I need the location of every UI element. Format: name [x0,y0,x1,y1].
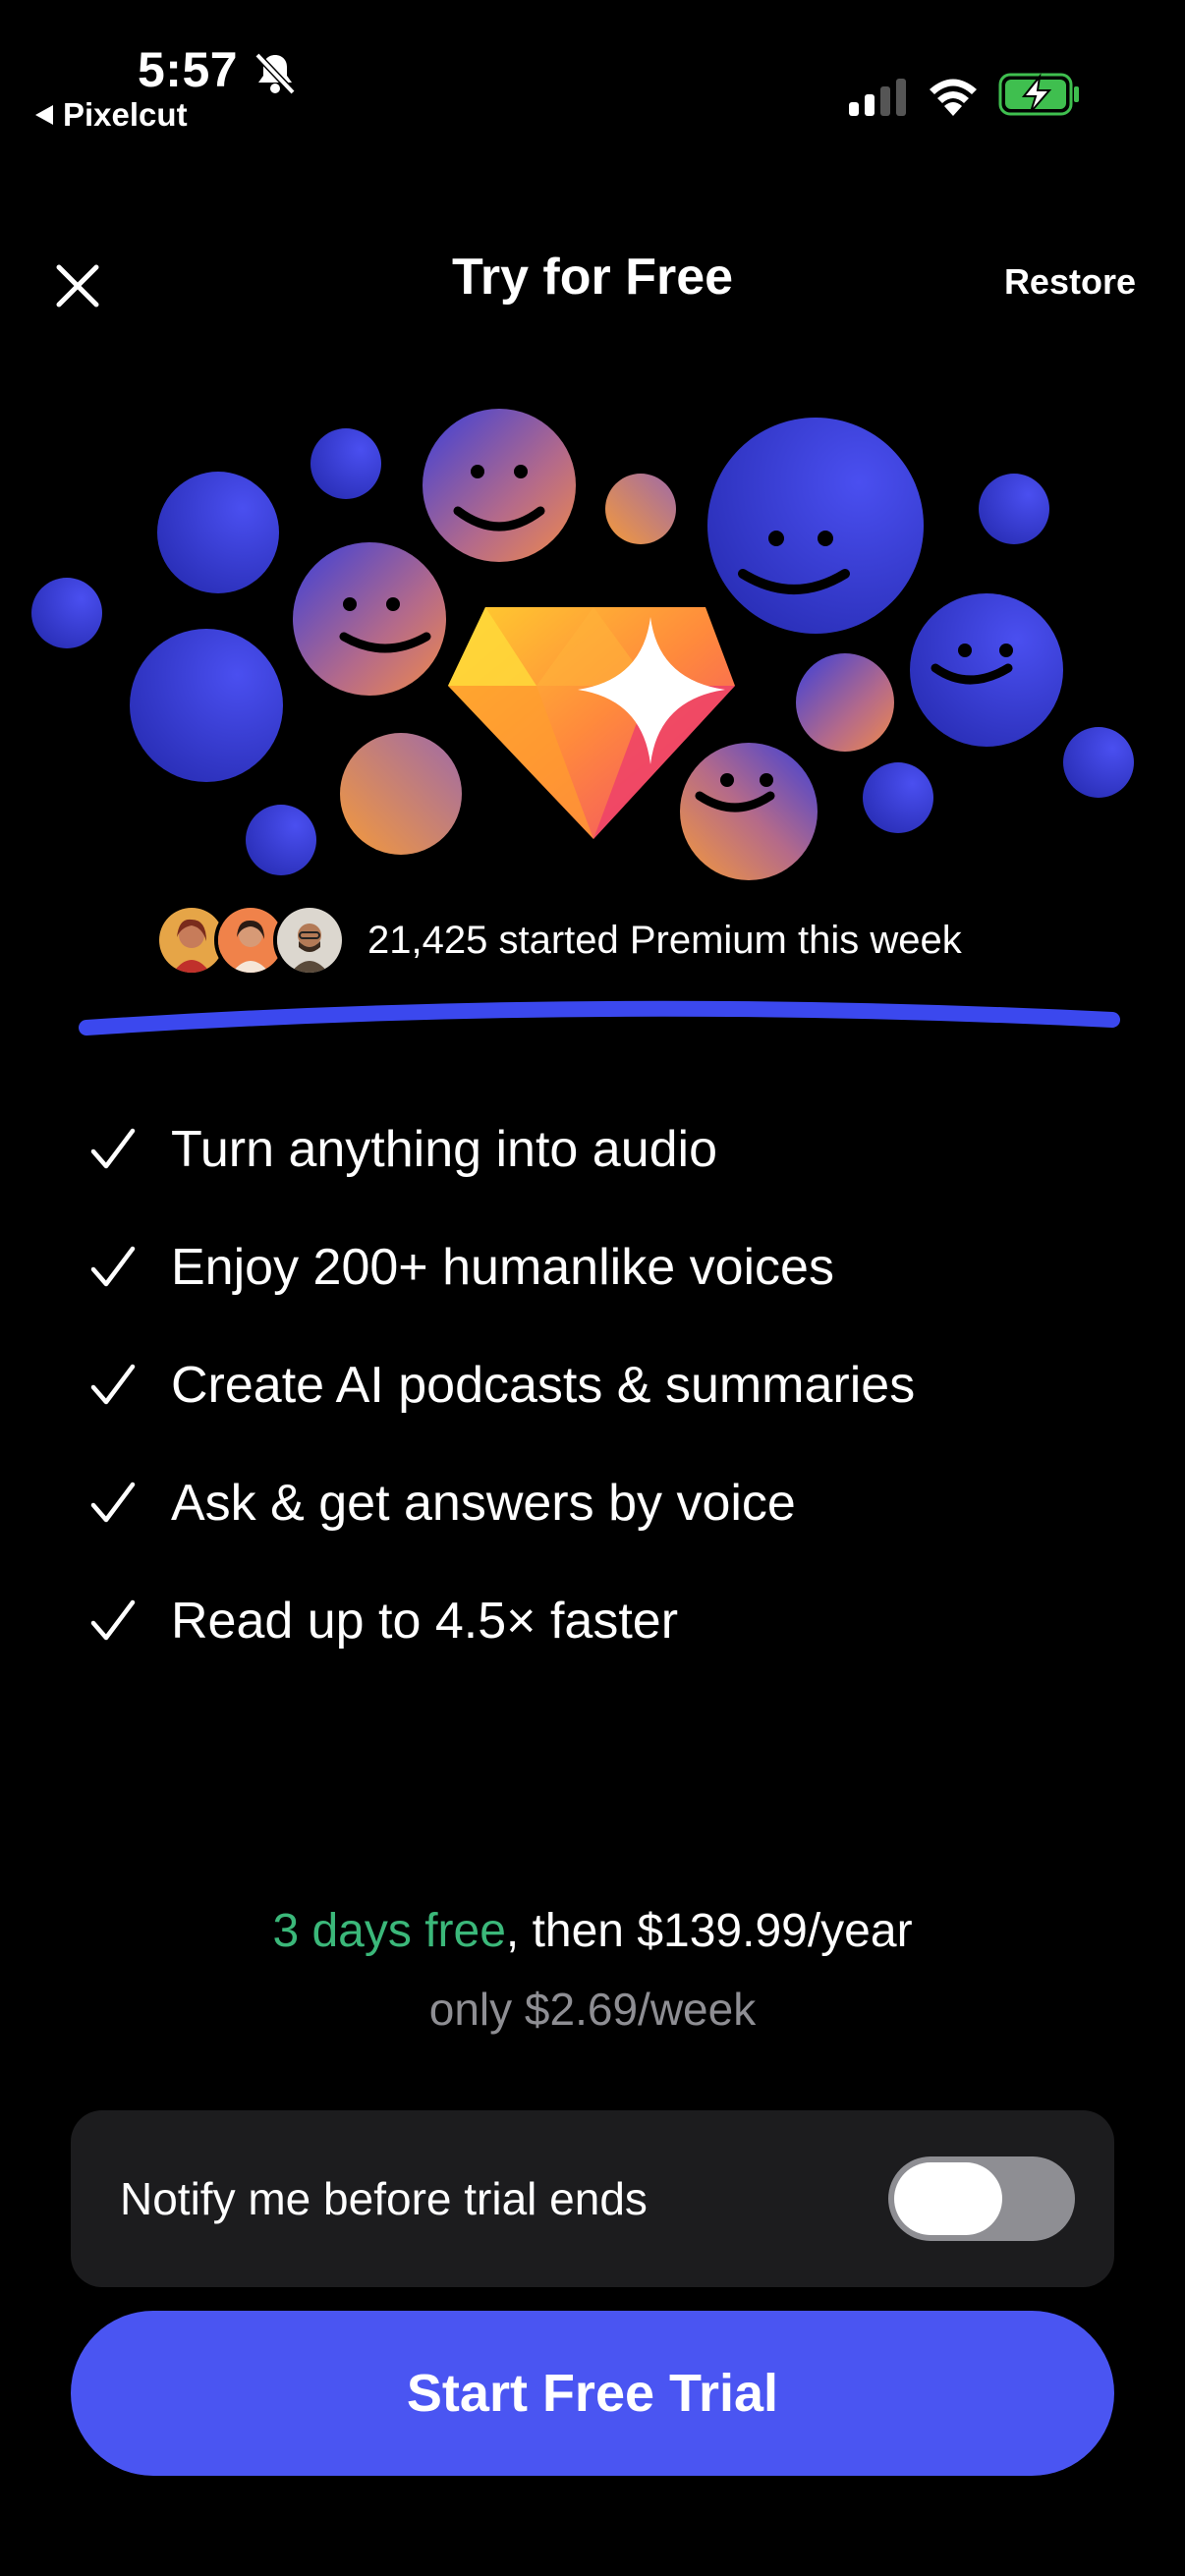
notify-toggle[interactable] [888,2156,1075,2241]
checkmark-icon [90,1364,136,1405]
battery-charging-icon [998,73,1079,116]
feature-list: Turn anything into audio Enjoy 200+ huma… [88,1091,915,1680]
underline-stroke [79,1000,1120,1036]
feature-label: Read up to 4.5× faster [171,1593,679,1650]
smiley-face-2 [293,542,446,696]
notify-label: Notify me before trial ends [120,2173,648,2224]
list-item: Enjoy 200+ humanlike voices [88,1208,915,1326]
back-to-app-link[interactable]: Pixelcut [35,96,188,134]
feature-label: Turn anything into audio [171,1121,718,1178]
avatar [273,904,346,977]
back-arrow-icon [35,105,53,125]
restore-button[interactable]: Restore [1004,261,1136,303]
social-proof: 21,425 started Premium this week [155,904,962,977]
start-free-trial-button[interactable]: Start Free Trial [71,2311,1114,2476]
weekly-price: only $2.69/week [428,1984,757,2035]
smiley-face-1 [423,409,576,562]
price-text: , then $139.99/year [505,1905,913,1957]
checkmark-icon [90,1128,136,1169]
list-item: Ask & get answers by voice [88,1444,915,1562]
back-app-label: Pixelcut [63,96,188,133]
checkmark-icon [90,1246,136,1287]
toggle-knob [894,2162,1002,2235]
notify-card: Notify me before trial ends [71,2110,1114,2287]
smiley-face-3 [707,418,924,634]
wifi-icon [930,79,977,116]
signal-icon [849,79,906,116]
free-trial-text: 3 days free [272,1905,506,1957]
status-time: 5:57 [138,42,239,97]
bell-slash-icon [254,52,296,95]
hero-illustration [31,409,1134,880]
smiley-face-4 [910,593,1063,747]
checkmark-icon [90,1599,136,1641]
list-item: Create AI podcasts & summaries [88,1326,915,1444]
list-item: Turn anything into audio [88,1091,915,1208]
feature-label: Create AI podcasts & summaries [171,1357,916,1414]
feature-label: Ask & get answers by voice [171,1475,796,1532]
feature-label: Enjoy 200+ humanlike voices [171,1239,834,1296]
price-summary: 3 days free, then $139.99/year [0,1904,1185,1958]
list-item: Read up to 4.5× faster [88,1562,915,1680]
checkmark-icon [90,1482,136,1523]
social-proof-text: 21,425 started Premium this week [367,918,962,962]
smiley-face-5 [680,743,818,880]
